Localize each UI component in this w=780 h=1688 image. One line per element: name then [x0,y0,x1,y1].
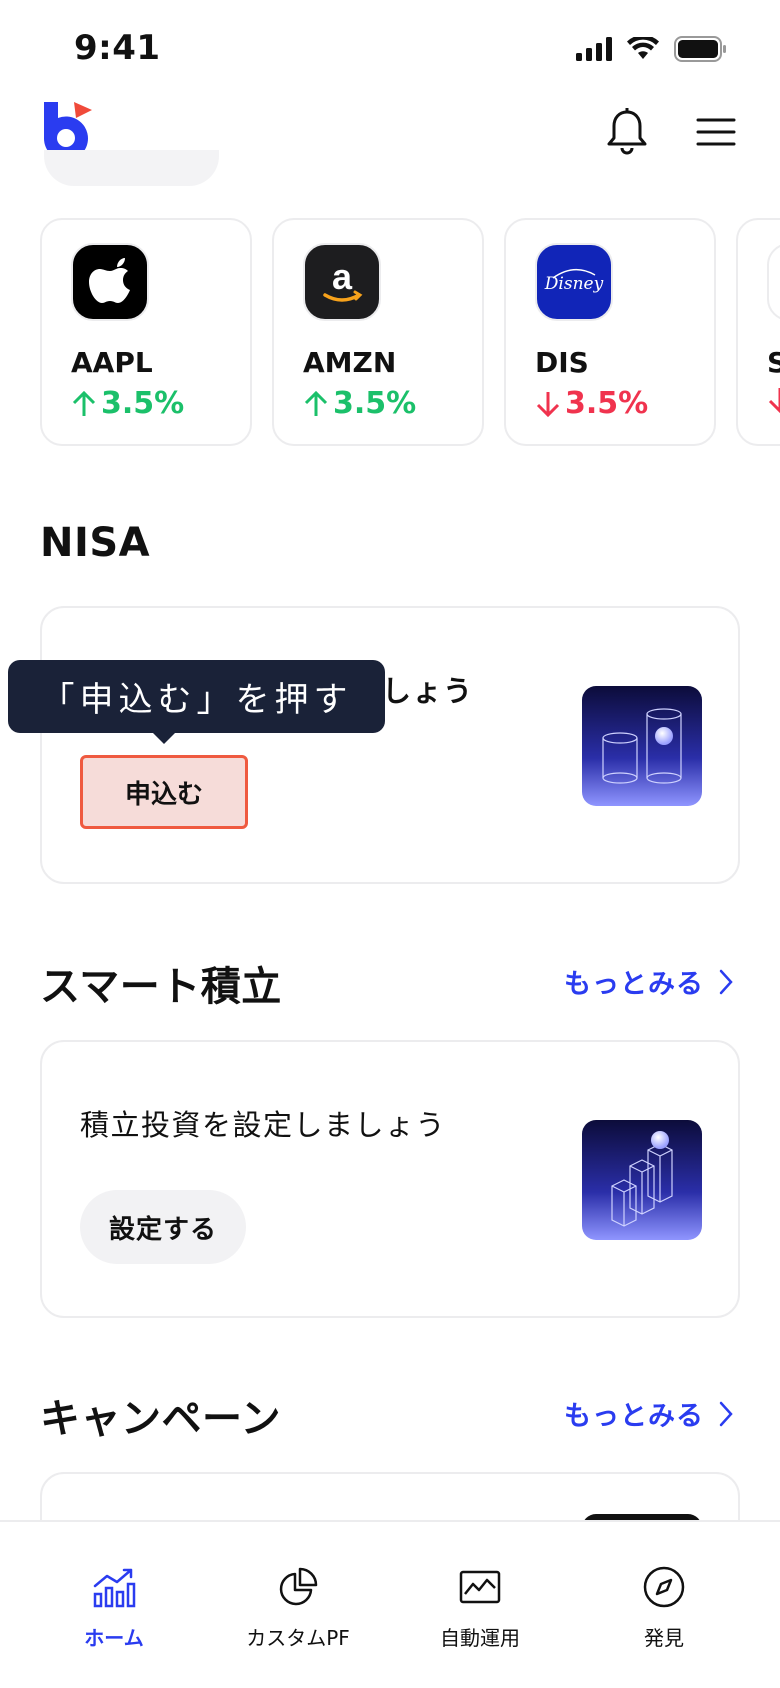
tab-home[interactable]: ホーム [24,1544,204,1654]
svg-text:a: a [332,256,353,297]
tab-label: カスタムPF [246,1626,350,1650]
stock-card-partial[interactable]: S [736,218,780,446]
more-link-label: もっとみる [564,1401,704,1432]
more-link-label: もっとみる [564,969,704,1000]
smart-section-title: スマート積立 [40,964,282,1010]
tooltip-arrow [152,732,176,744]
chevron-right-icon [719,969,733,994]
apple-logo-icon [71,243,149,321]
stock-change [767,386,780,414]
campaign-more-link[interactable]: もっとみる [564,1394,734,1433]
apply-button[interactable]: 申込む [80,755,248,829]
chevron-right-icon [719,1401,733,1426]
disney-logo-icon: Disney [535,243,613,321]
stock-card-amzn[interactable]: a AMZN 3.5% [272,218,484,446]
status-time: 9:41 [74,28,161,68]
stock-ticker: DIS [535,346,589,379]
tab-label: 自動運用 [440,1626,520,1650]
pie-chart-icon [279,1567,318,1606]
stock-change-value: 3.5% [565,386,649,421]
bottom-tab-bar: ホーム カスタムPF 自動運用 発見 [0,1520,780,1688]
home-screen: 9:41 AAPL 3.5% a AMZN 3.5% Disney DIS 3.… [0,0,780,1688]
status-icons [576,36,728,62]
arrow-up-icon [304,390,328,416]
compass-icon [643,1566,685,1608]
setup-button[interactable]: 設定する [80,1190,246,1264]
campaign-section-title: キャンペーン [40,1396,281,1442]
tab-label: ホーム [84,1626,144,1650]
stock-change-value: 3.5% [333,386,417,421]
nisa-card[interactable]: しょう [40,606,740,884]
status-bar: 9:41 [0,0,780,100]
stock-change: 3.5% [303,386,416,421]
svg-text:Disney: Disney [544,274,604,294]
stock-change: 3.5% [535,386,648,421]
smart-more-link[interactable]: もっとみる [564,962,734,1001]
partial-logo-icon [767,243,780,321]
stock-ticker: AMZN [303,346,397,379]
nisa-section-title: NISA [40,520,151,566]
stock-carousel[interactable]: AAPL 3.5% a AMZN 3.5% Disney DIS 3.5% S [40,218,780,450]
arrow-down-icon [768,388,780,414]
chart-home-icon [93,1568,136,1608]
wifi-icon [627,37,659,59]
stock-ticker: S [767,346,780,379]
tab-label: 発見 [644,1626,684,1650]
smart-card-text: 積立投資を設定しましょう [80,1108,447,1142]
stock-card-dis[interactable]: Disney DIS 3.5% [504,218,716,446]
stock-ticker: AAPL [71,346,153,379]
tab-auto-invest[interactable]: 自動運用 [390,1544,570,1654]
cylinders-illustration-icon [582,686,702,806]
hamburger-menu-icon[interactable] [694,114,738,150]
stock-card-aapl[interactable]: AAPL 3.5% [40,218,252,446]
arrow-down-icon [536,391,560,417]
smart-card[interactable]: 積立投資を設定しましょう 設定する [40,1040,740,1318]
stock-change: 3.5% [71,386,184,421]
tooltip: 「申込む」を押す [8,660,385,733]
line-chart-icon [459,1570,501,1604]
stock-change-value: 3.5% [101,386,185,421]
tab-custom-pf[interactable]: カスタムPF [208,1544,388,1654]
battery-icon [674,36,726,62]
scrolled-pill [44,150,219,186]
amazon-logo-icon: a [303,243,381,321]
arrow-up-icon [72,390,96,416]
tab-discover[interactable]: 発見 [574,1544,754,1654]
nisa-card-text: しょう [382,674,474,708]
bars-illustration-icon [582,1120,702,1240]
signal-icon [576,37,612,61]
bell-icon[interactable] [605,106,649,156]
